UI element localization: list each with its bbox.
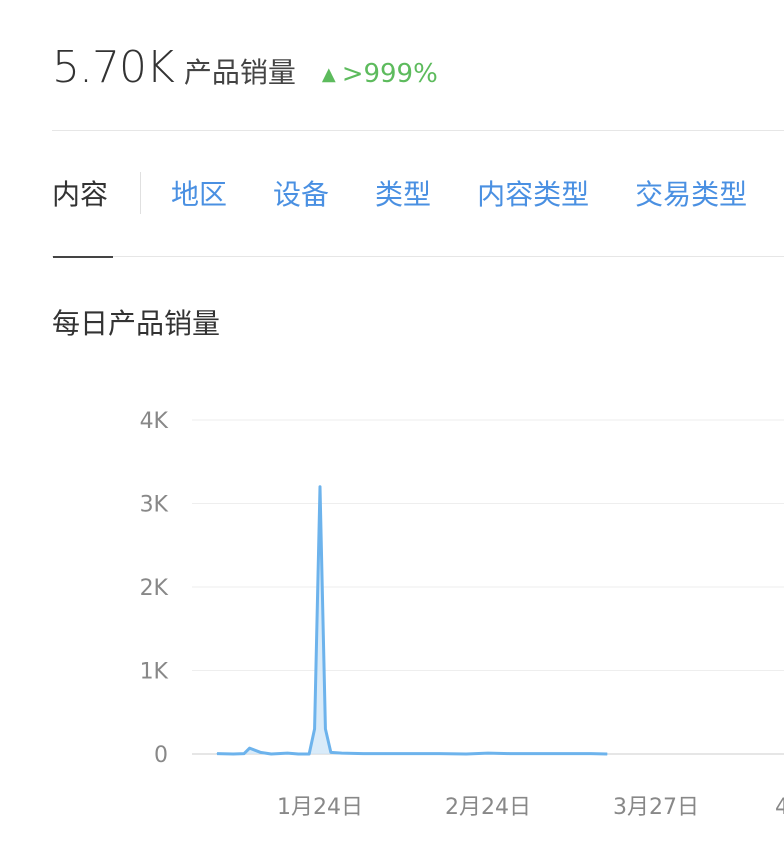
data-point [384, 753, 386, 755]
sales-total-value: 5.70K [52, 42, 175, 93]
y-tick-label: 0 [154, 743, 168, 768]
data-point [324, 728, 326, 730]
y-tick-label: 4K [140, 409, 169, 434]
header-divider [52, 130, 784, 131]
data-point [590, 753, 592, 755]
data-point [286, 752, 288, 754]
up-triangle-icon: ▲ [321, 64, 336, 85]
tab-content-type[interactable]: 内容类型 [477, 173, 589, 213]
tab-device[interactable]: 设备 [273, 173, 329, 213]
data-point [487, 752, 489, 754]
data-point [536, 753, 538, 755]
dimension-tabs: 内容 地区 设备 类型 内容类型 交易类型 [52, 168, 747, 218]
daily-sales-chart: 0 1K 2K 3K 4K 1月24日 2月24日 3月27日 4 [0, 380, 784, 838]
sales-summary: 5.70K 产品销量 ▲ >999% [52, 42, 438, 102]
data-point [249, 747, 251, 749]
y-tick-label: 1K [140, 660, 169, 685]
daily-sales-chart-svg: 0 1K 2K 3K 4K 1月24日 2月24日 3月27日 4 [140, 409, 784, 820]
data-point [314, 728, 316, 730]
sales-total-label: 产品销量 [183, 56, 296, 89]
sales-change-indicator: ▲ >999% [322, 59, 438, 89]
x-tick-label: 1月24日 [277, 795, 363, 820]
data-point [319, 486, 321, 488]
tab-separator [140, 172, 142, 214]
chart-title: 每日产品销量 [52, 307, 221, 340]
x-tick-label: 2月24日 [445, 795, 531, 820]
data-point [259, 751, 261, 753]
active-tab-underline [53, 256, 113, 258]
x-tick-label: 3月27日 [613, 795, 699, 820]
series-area [217, 486, 608, 754]
tab-region[interactable]: 地区 [171, 173, 227, 213]
data-point [438, 753, 440, 755]
tab-type[interactable]: 类型 [375, 173, 431, 213]
data-point [341, 752, 343, 754]
data-point [509, 753, 511, 755]
tab-transaction-type[interactable]: 交易类型 [635, 173, 747, 213]
tab-content[interactable]: 内容 [52, 173, 108, 213]
data-point [563, 753, 565, 755]
data-point [308, 753, 310, 755]
x-tick-label: 4 [775, 795, 784, 820]
data-point [270, 753, 272, 755]
series-line [216, 485, 608, 756]
data-point [606, 753, 608, 755]
data-point [330, 751, 332, 753]
data-point [465, 753, 467, 755]
y-tick-label: 3K [140, 493, 169, 518]
data-point [216, 753, 218, 755]
data-point [232, 753, 234, 755]
data-point [243, 753, 245, 755]
sales-change-value: >999% [341, 59, 438, 89]
tabs-divider [52, 256, 784, 257]
data-point [362, 753, 364, 755]
data-point [297, 753, 299, 755]
data-point [411, 753, 413, 755]
y-tick-label: 2K [140, 576, 169, 601]
